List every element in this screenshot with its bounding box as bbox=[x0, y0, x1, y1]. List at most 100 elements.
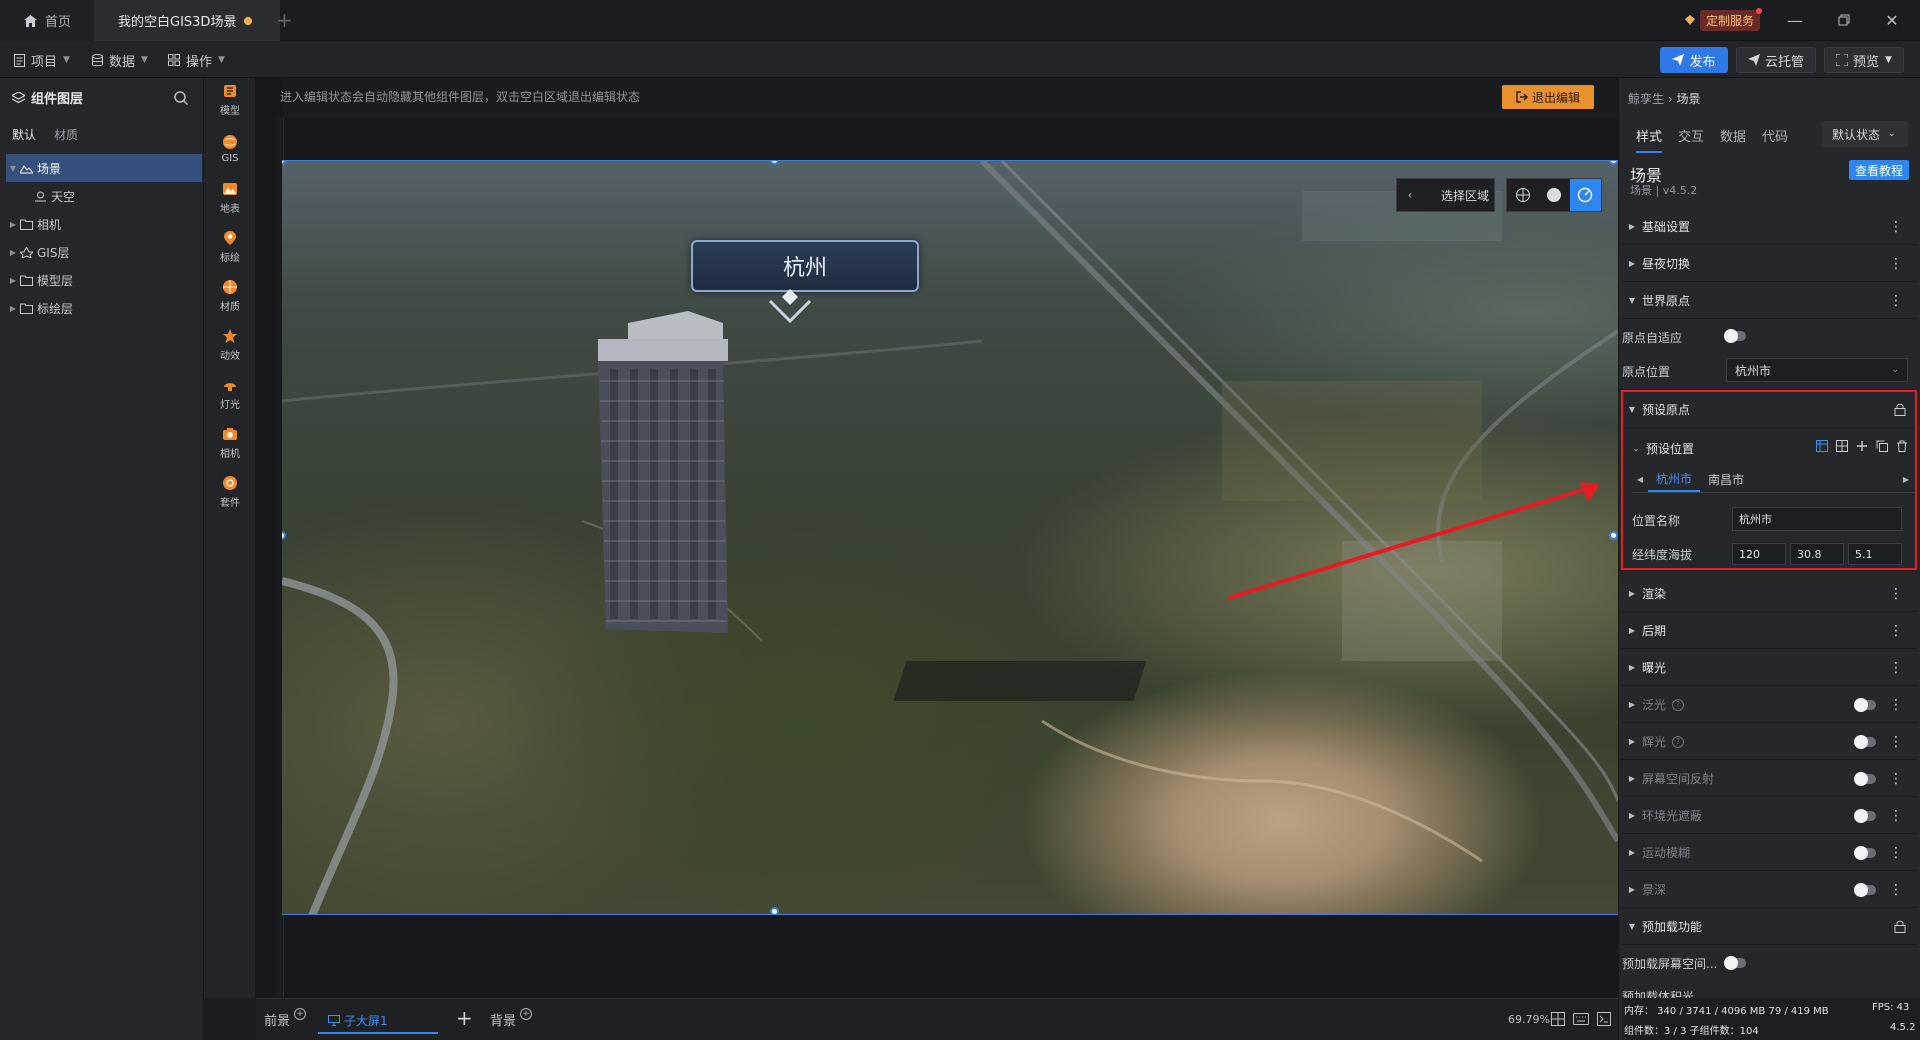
tree-item-camera[interactable]: ▶ 相机 bbox=[6, 210, 202, 238]
tab-default[interactable]: 默认 bbox=[12, 126, 36, 143]
section-basic[interactable]: ▶ 基础设置 ⋮ bbox=[1622, 209, 1918, 245]
tab-home[interactable]: 首页 bbox=[0, 0, 94, 41]
bloom-toggle[interactable] bbox=[1854, 698, 1876, 712]
caret-right-icon[interactable]: ▶ bbox=[6, 304, 20, 313]
ssr-toggle[interactable] bbox=[1854, 772, 1876, 786]
caret-right-icon: ▶ bbox=[1628, 663, 1636, 672]
breadcrumb-parent[interactable]: 鲸孪生 bbox=[1628, 92, 1664, 106]
foreground-tab[interactable]: 前景 + bbox=[264, 1007, 307, 1029]
minimize-button[interactable]: — bbox=[1783, 8, 1807, 32]
tree-item-plot[interactable]: ▶ 标绘层 bbox=[6, 294, 202, 322]
ao-toggle[interactable] bbox=[1854, 809, 1876, 823]
section-daynight[interactable]: ▶ 昼夜切换 ⋮ bbox=[1622, 246, 1918, 282]
terminal-icon[interactable] bbox=[1597, 1012, 1611, 1026]
restore-button[interactable] bbox=[1832, 8, 1856, 32]
select-region-control[interactable]: ‹ 选择区域 bbox=[1396, 178, 1495, 212]
tab-style[interactable]: 样式 bbox=[1636, 126, 1663, 153]
help-icon[interactable]: ? bbox=[1672, 735, 1685, 748]
lock-icon[interactable] bbox=[1894, 920, 1906, 933]
chevron-left-icon[interactable]: ‹ bbox=[1397, 188, 1423, 202]
caret-right-icon[interactable]: ▶ bbox=[6, 248, 20, 257]
section-glow[interactable]: ▶ 辉光 ? ⋮ bbox=[1622, 724, 1918, 760]
more-icon[interactable]: ⋮ bbox=[1889, 734, 1903, 750]
rail-camera[interactable]: 相机 bbox=[204, 421, 256, 465]
preload-ss-toggle[interactable] bbox=[1724, 956, 1746, 970]
section-preload[interactable]: ▼ 预加载功能 bbox=[1622, 909, 1918, 945]
preview-button[interactable]: 预览 ▼ bbox=[1824, 47, 1904, 73]
sub-screen-tab[interactable]: 子大屏1 bbox=[328, 1012, 388, 1029]
tree-item-gis[interactable]: ▶ GIS层 bbox=[6, 238, 202, 266]
more-icon[interactable]: ⋮ bbox=[1889, 845, 1903, 861]
globe-mode-button[interactable] bbox=[1507, 179, 1538, 211]
publish-button[interactable]: 发布 bbox=[1660, 47, 1728, 73]
add-circle-icon[interactable]: + bbox=[520, 1007, 533, 1020]
tab-data[interactable]: 数据 bbox=[1720, 126, 1746, 153]
more-icon[interactable]: ⋮ bbox=[1889, 660, 1903, 676]
orbit-mode-button[interactable] bbox=[1569, 179, 1601, 211]
section-render[interactable]: ▶ 渲染 ⋮ bbox=[1622, 576, 1918, 612]
section-post[interactable]: ▶ 后期 ⋮ bbox=[1622, 613, 1918, 649]
tab-scene[interactable]: 我的空白GIS3D场景 bbox=[94, 0, 280, 41]
zoom-level[interactable]: 69.79% bbox=[1508, 1013, 1550, 1026]
building-model[interactable] bbox=[588, 311, 763, 636]
tree-item-sky[interactable]: 天空 bbox=[6, 182, 202, 210]
view-tutorial-button[interactable]: 查看教程 bbox=[1849, 160, 1909, 180]
add-circle-icon[interactable]: + bbox=[294, 1007, 307, 1020]
tab-material[interactable]: 材质 bbox=[54, 126, 78, 143]
rail-model[interactable]: 模型 bbox=[204, 78, 256, 122]
fit-screen-icon[interactable] bbox=[1551, 1012, 1565, 1026]
dof-toggle[interactable] bbox=[1854, 883, 1876, 897]
tab-code[interactable]: 代码 bbox=[1762, 126, 1788, 153]
state-select[interactable]: 默认状态 ⌄ bbox=[1822, 121, 1908, 147]
custom-service-button[interactable]: 定制服务 bbox=[1684, 7, 1763, 31]
more-icon[interactable]: ⋮ bbox=[1889, 586, 1903, 602]
rail-terrain[interactable]: 地表 bbox=[204, 176, 256, 220]
more-icon[interactable]: ⋮ bbox=[1889, 771, 1903, 787]
close-window-button[interactable]: ✕ bbox=[1880, 8, 1904, 32]
more-icon[interactable]: ⋮ bbox=[1889, 293, 1903, 309]
origin-adaptive-toggle[interactable] bbox=[1724, 329, 1746, 343]
resize-handle-bottom[interactable] bbox=[770, 907, 779, 914]
origin-position-select[interactable]: 杭州市 ⌄ bbox=[1726, 358, 1908, 382]
cloud-hosting-button[interactable]: 云托管 bbox=[1736, 47, 1816, 73]
add-tab-button[interactable]: + bbox=[276, 8, 293, 32]
help-icon[interactable]: ? bbox=[1672, 698, 1685, 711]
search-icon[interactable] bbox=[174, 91, 188, 105]
more-icon[interactable]: ⋮ bbox=[1889, 882, 1903, 898]
menu-project[interactable]: 项目 ▼ bbox=[14, 50, 70, 70]
keyboard-icon[interactable] bbox=[1573, 1013, 1589, 1025]
tab-interaction[interactable]: 交互 bbox=[1678, 126, 1704, 153]
section-dof[interactable]: ▶ 景深 ⋮ bbox=[1622, 872, 1918, 908]
menu-operate[interactable]: 操作 ▼ bbox=[168, 50, 225, 70]
city-label-card[interactable]: 杭州 bbox=[691, 240, 919, 292]
section-exposure[interactable]: ▶ 曝光 ⋮ bbox=[1622, 650, 1918, 686]
section-world-origin[interactable]: ▼ 世界原点 ⋮ bbox=[1622, 283, 1918, 319]
more-icon[interactable]: ⋮ bbox=[1889, 256, 1903, 272]
exit-edit-button[interactable]: 退出编辑 bbox=[1502, 85, 1594, 109]
more-icon[interactable]: ⋮ bbox=[1889, 808, 1903, 824]
tree-item-scene[interactable]: ▼ 场景 bbox=[6, 154, 202, 182]
section-motion-blur[interactable]: ▶ 运动模糊 ⋮ bbox=[1622, 835, 1918, 871]
section-bloom[interactable]: ▶ 泛光 ? ⋮ bbox=[1622, 687, 1918, 723]
rail-effect[interactable]: 动效 bbox=[204, 323, 256, 367]
rail-gis[interactable]: GIS bbox=[204, 127, 256, 171]
caret-right-icon[interactable]: ▶ bbox=[6, 276, 20, 285]
section-ssr[interactable]: ▶ 屏幕空间反射 ⋮ bbox=[1622, 761, 1918, 797]
section-ao[interactable]: ▶ 环境光遮蔽 ⋮ bbox=[1622, 798, 1918, 834]
rail-kit[interactable]: 套件 bbox=[204, 470, 256, 514]
sphere-mode-button[interactable] bbox=[1538, 179, 1569, 211]
tree-item-models[interactable]: ▶ 模型层 bbox=[6, 266, 202, 294]
more-icon[interactable]: ⋮ bbox=[1889, 697, 1903, 713]
motion-blur-toggle[interactable] bbox=[1854, 846, 1876, 860]
add-screen-button[interactable]: + bbox=[456, 1006, 473, 1030]
background-tab[interactable]: 背景 + bbox=[490, 1007, 533, 1029]
rail-plot[interactable]: 标绘 bbox=[204, 225, 256, 269]
caret-down-icon[interactable]: ▼ bbox=[6, 164, 20, 173]
rail-material[interactable]: 材质 bbox=[204, 274, 256, 318]
more-icon[interactable]: ⋮ bbox=[1889, 623, 1903, 639]
rail-light[interactable]: 灯光 bbox=[204, 372, 256, 416]
menu-data[interactable]: 数据 ▼ bbox=[92, 50, 148, 70]
caret-right-icon[interactable]: ▶ bbox=[6, 220, 20, 229]
more-icon[interactable]: ⋮ bbox=[1889, 219, 1903, 235]
glow-toggle[interactable] bbox=[1854, 735, 1876, 749]
